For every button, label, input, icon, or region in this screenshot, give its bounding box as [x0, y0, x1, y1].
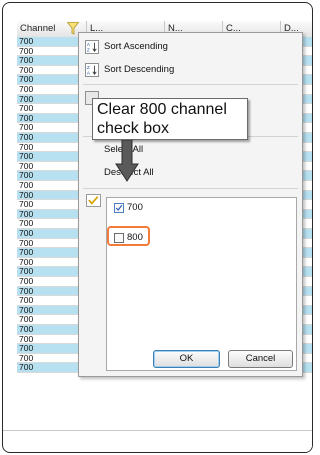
channel-cell: 700	[19, 362, 34, 373]
svg-text:A: A	[87, 71, 91, 76]
svg-text:Z: Z	[87, 48, 90, 53]
svg-text:A: A	[87, 42, 91, 47]
sort-ascending-icon: A Z	[85, 40, 99, 54]
menu-separator	[83, 188, 298, 189]
filter-popup: A Z Sort Ascending Z A Sort Descending S…	[78, 32, 303, 377]
callout-line: Clear 800 channel	[97, 101, 227, 118]
menu-separator	[83, 84, 298, 85]
column-header-label: Channel	[20, 23, 56, 34]
sort-descending-icon: Z A	[85, 63, 99, 77]
menu-item-label: Sort Descending	[104, 64, 175, 75]
cancel-button[interactable]: Cancel	[228, 350, 293, 368]
down-arrow-icon	[115, 140, 139, 182]
menu-item-label: Sort Ascending	[104, 41, 168, 52]
checkmark-icon	[86, 194, 101, 207]
filter-value-list[interactable]: 700 800 OK Cancel	[106, 197, 297, 371]
menu-item-sort-ascending[interactable]: A Z Sort Ascending	[83, 37, 298, 57]
instruction-callout: Clear 800 channel check box	[92, 98, 248, 140]
column-header-channel[interactable]: Channel	[17, 21, 87, 37]
divider	[3, 430, 312, 431]
filter-value-label: 700	[127, 202, 143, 213]
checkbox-700[interactable]	[114, 203, 124, 213]
screenshot-frame: Channel L... N... C... D... 700 700 700 700…	[2, 2, 313, 453]
ok-button[interactable]: OK	[153, 350, 220, 368]
highlight-box	[107, 226, 150, 246]
svg-text:Z: Z	[87, 65, 90, 70]
callout-line: check box	[97, 120, 170, 137]
menu-item-sort-descending[interactable]: Z A Sort Descending	[83, 60, 298, 80]
